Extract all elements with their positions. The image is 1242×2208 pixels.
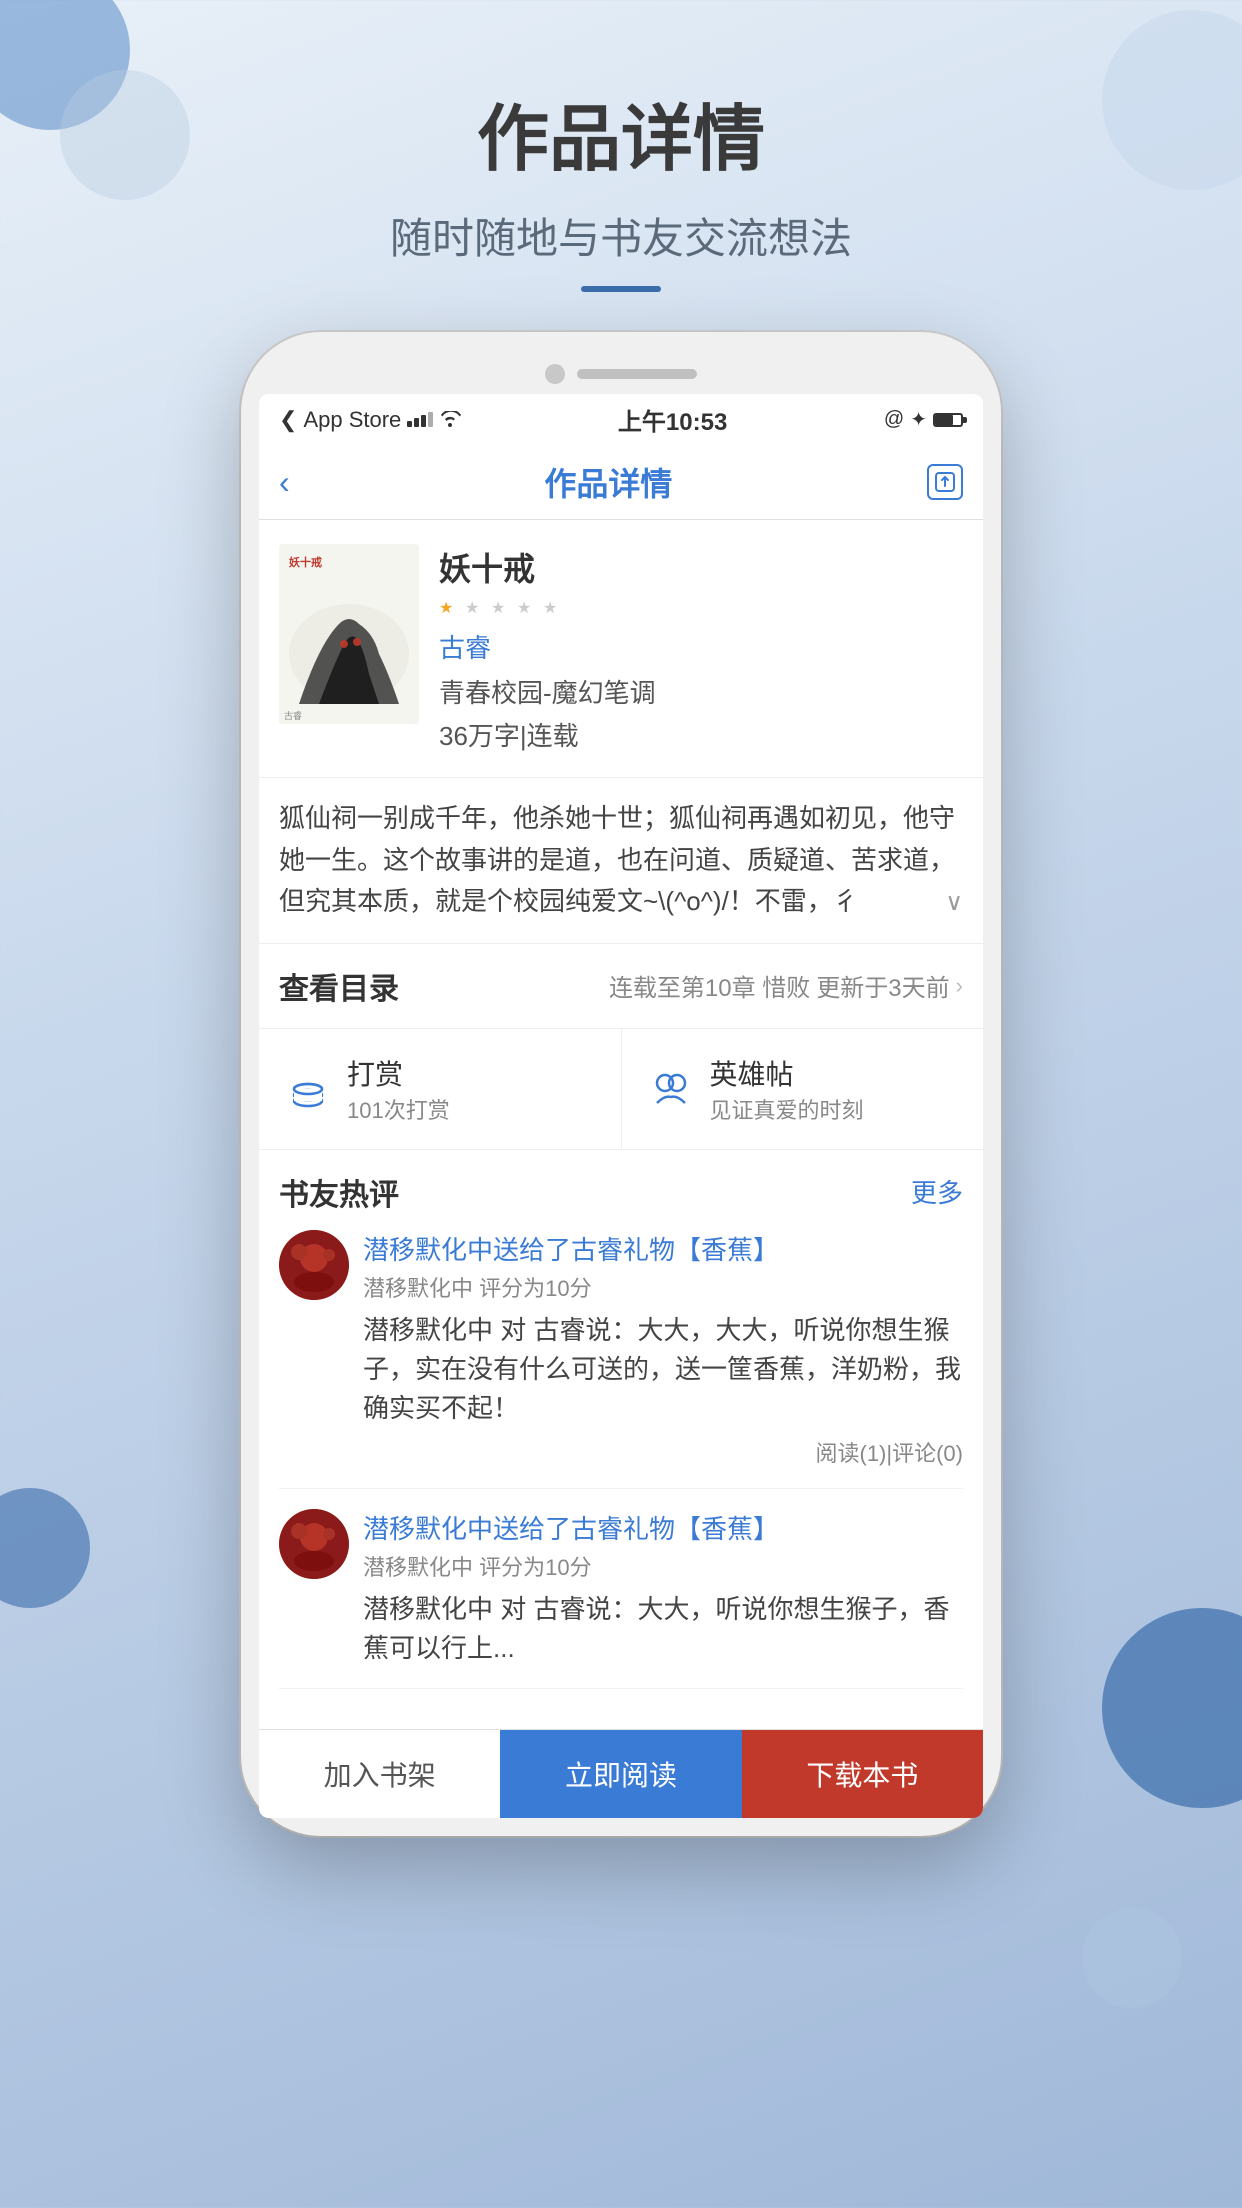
wifi-icon xyxy=(439,407,461,433)
page-subtitle: 随时随地与书友交流想法 xyxy=(0,205,1242,266)
review-meta-2: 潜移默化中 评分为10分 xyxy=(363,1550,963,1582)
review-user-2: 潜移默化中 xyxy=(363,1555,473,1580)
hero-post-icon xyxy=(646,1064,696,1114)
hero-post-action[interactable]: 英雄帖 见证真爱的时刻 xyxy=(622,1029,984,1149)
reviews-header: 书友热评 更多 xyxy=(279,1170,963,1214)
review-score-val-1: 评分为10分 xyxy=(479,1276,591,1301)
svg-text:古睿: 古睿 xyxy=(284,710,302,721)
phone-container: ❮ App Store 上午10:53 @ ✦ xyxy=(0,332,1242,1836)
tip-action[interactable]: 打赏 101次打赏 xyxy=(259,1029,622,1149)
book-info-section: 妖十戒 古睿 xyxy=(259,520,983,778)
review-user-1: 潜移默化中 xyxy=(363,1276,473,1301)
description-text: 狐仙祠一别成千年，他杀她十世；狐仙祠再遇如初见，他守她一生。这个故事讲的是道，也… xyxy=(279,803,955,916)
book-description: 狐仙祠一别成千年，他杀她十世；狐仙祠再遇如初见，他守她一生。这个故事讲的是道，也… xyxy=(259,778,983,944)
review-text-2: 潜移默化中 对 古睿说：大大，听说你想生猴子，香蕉可以行上... xyxy=(363,1590,963,1668)
bluetooth-icon: ✦ xyxy=(910,407,927,432)
nav-bar: ‹ 作品详情 xyxy=(259,445,983,520)
review-text-1: 潜移默化中 对 古睿说：大大，大大，听说你想生猴子，实在没有什么可送的，送一筐香… xyxy=(363,1311,963,1428)
star-2: ★ xyxy=(465,598,487,620)
book-genre: 青春校园-魔幻笔调 xyxy=(439,673,963,710)
back-button[interactable]: ‹ xyxy=(279,464,290,501)
battery-icon xyxy=(933,413,963,427)
star-4: ★ xyxy=(517,598,539,620)
status-left: ❮ App Store xyxy=(279,407,461,433)
review-avatar-1 xyxy=(279,1230,349,1300)
page-header: 作品详情 随时随地与书友交流想法 xyxy=(0,0,1242,292)
hero-post-desc: 见证真爱的时刻 xyxy=(710,1093,864,1125)
phone-speaker xyxy=(577,369,697,379)
bg-decoration-6 xyxy=(1082,1908,1182,2008)
catalog-title: 查看目录 xyxy=(279,964,399,1008)
phone-screen: ❮ App Store 上午10:53 @ ✦ xyxy=(259,394,983,1818)
hero-post-name: 英雄帖 xyxy=(710,1053,864,1093)
star-5: ★ xyxy=(543,598,565,620)
star-3: ★ xyxy=(491,598,513,620)
book-title: 妖十戒 xyxy=(439,544,963,590)
reviews-title: 书友热评 xyxy=(279,1170,399,1214)
status-bar: ❮ App Store 上午10:53 @ ✦ xyxy=(259,394,983,445)
hero-post-text: 英雄帖 见证真爱的时刻 xyxy=(710,1053,864,1125)
reviews-more[interactable]: 更多 xyxy=(911,1173,963,1210)
review-content-1: 潜移默化中送给了古睿礼物【香蕉】 潜移默化中 评分为10分 潜移默化中 对 古睿… xyxy=(363,1230,963,1468)
star-1: ★ xyxy=(439,598,461,620)
share-button[interactable] xyxy=(927,464,963,500)
read-now-button[interactable]: 立即阅读 xyxy=(500,1730,741,1818)
review-meta-1: 潜移默化中 评分为10分 xyxy=(363,1271,963,1303)
tip-name: 打赏 xyxy=(347,1053,450,1093)
tip-icon xyxy=(283,1064,333,1114)
catalog-arrow: › xyxy=(956,973,963,999)
review-item-2[interactable]: 潜移默化中送给了古睿礼物【香蕉】 潜移默化中 评分为10分 潜移默化中 对 古睿… xyxy=(279,1509,963,1689)
book-cover-art: 妖十戒 古睿 xyxy=(279,544,419,724)
chapter-info: 连载至第10章 惜败 xyxy=(609,968,810,1003)
status-right: @ ✦ xyxy=(884,407,963,432)
catalog-section[interactable]: 查看目录 连载至第10章 惜败 更新于3天前 › xyxy=(259,944,983,1029)
book-details: 妖十戒 ★ ★ ★ ★ ★ 古睿 青春校园-魔幻笔调 36万字|连载 xyxy=(439,544,963,753)
review-avatar-2 xyxy=(279,1509,349,1579)
reviews-section: 书友热评 更多 潜移默化中送给了 xyxy=(259,1150,983,1729)
status-time: 上午10:53 xyxy=(618,402,727,437)
update-info: 更新于3天前 xyxy=(816,968,949,1003)
book-stars: ★ ★ ★ ★ ★ xyxy=(439,598,963,620)
review-title-1: 潜移默化中送给了古睿礼物【香蕉】 xyxy=(363,1230,963,1267)
title-underline xyxy=(581,286,661,292)
add-to-shelf-button[interactable]: 加入书架 xyxy=(259,1730,500,1818)
tip-count: 101次打赏 xyxy=(347,1093,450,1125)
phone-camera xyxy=(545,364,565,384)
back-indicator: ❮ xyxy=(279,407,297,433)
battery-fill xyxy=(935,415,953,425)
phone-mockup: ❮ App Store 上午10:53 @ ✦ xyxy=(241,332,1001,1836)
book-cover: 妖十戒 古睿 xyxy=(279,544,419,724)
catalog-info: 连载至第10章 惜败 更新于3天前 › xyxy=(609,968,963,1003)
review-score-val-2: 评分为10分 xyxy=(479,1555,591,1580)
review-content-2: 潜移默化中送给了古睿礼物【香蕉】 潜移默化中 评分为10分 潜移默化中 对 古睿… xyxy=(363,1509,963,1668)
review-title-2: 潜移默化中送给了古睿礼物【香蕉】 xyxy=(363,1509,963,1546)
actions-row: 打赏 101次打赏 英雄帖 见证真爱的时刻 xyxy=(259,1029,983,1150)
location-icon: @ xyxy=(884,408,904,431)
carrier-label: App Store xyxy=(303,407,401,433)
bottom-bar: 加入书架 立即阅读 下载本书 xyxy=(259,1729,983,1818)
page-title: 作品详情 xyxy=(0,80,1242,185)
book-words: 36万字|连载 xyxy=(439,716,963,753)
signal-bars xyxy=(407,412,433,427)
book-author[interactable]: 古睿 xyxy=(439,628,963,665)
phone-top-bar xyxy=(259,350,983,394)
review-item-1[interactable]: 潜移默化中送给了古睿礼物【香蕉】 潜移默化中 评分为10分 潜移默化中 对 古睿… xyxy=(279,1230,963,1489)
review-stats-1: 阅读(1)|评论(0) xyxy=(363,1436,963,1468)
nav-title: 作品详情 xyxy=(544,459,672,505)
svg-text:妖十戒: 妖十戒 xyxy=(289,555,322,569)
tip-text: 打赏 101次打赏 xyxy=(347,1053,450,1125)
download-button[interactable]: 下载本书 xyxy=(742,1730,983,1818)
expand-arrow[interactable]: ∨ xyxy=(945,884,963,922)
